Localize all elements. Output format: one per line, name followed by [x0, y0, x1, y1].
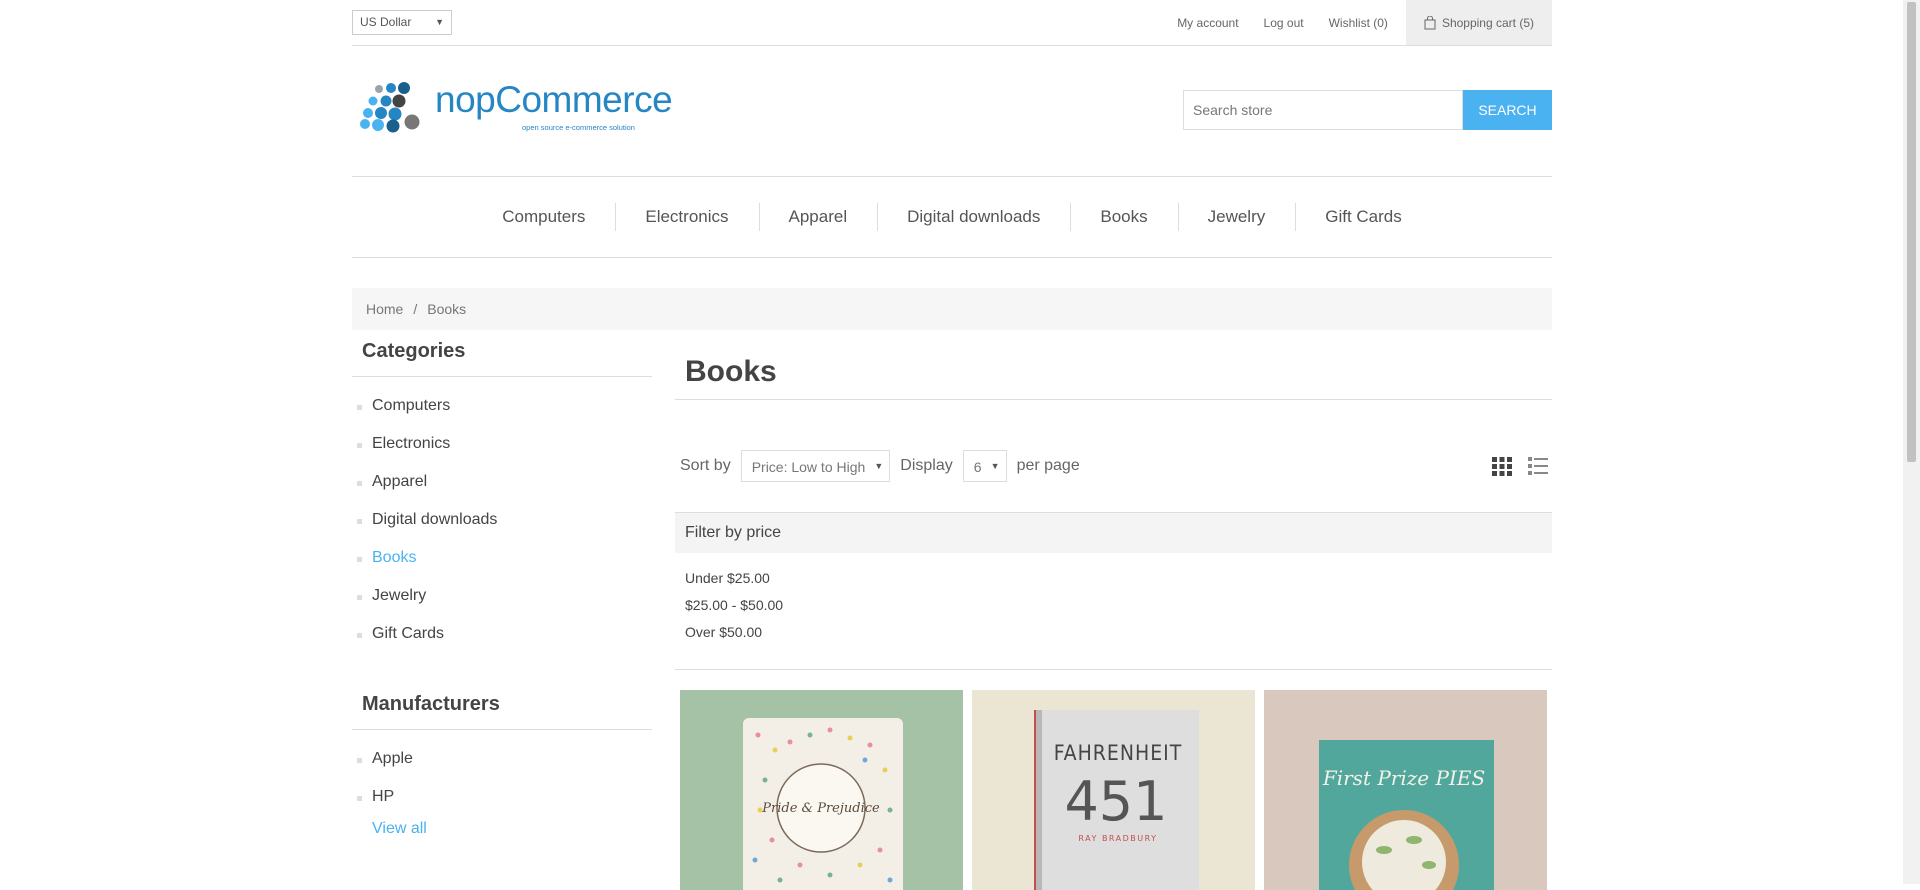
currency-value: US Dollar: [360, 15, 412, 29]
product-image-first-prize-pies[interactable]: First Prize PIES: [1264, 690, 1547, 890]
category-item-apparel[interactable]: Apparel: [352, 463, 652, 501]
categories-title: Categories: [352, 330, 652, 377]
logo-tagline: open source e-commerce solution: [522, 123, 635, 132]
logout-link[interactable]: Log out: [1264, 16, 1304, 30]
sort-by-select[interactable]: Price: Low to High ▼: [740, 450, 891, 482]
shopping-cart-link[interactable]: Shopping cart (5): [1405, 0, 1552, 45]
book-cover-number: 451: [1064, 770, 1167, 833]
page-size-select[interactable]: 6 ▼: [962, 450, 1007, 482]
price-filter-title: Filter by price: [675, 512, 1552, 553]
book-cover-pride-and-prejudice: Pride & Prejudice: [680, 690, 963, 890]
menu-item-apparel[interactable]: Apparel: [758, 203, 878, 231]
menu-item-jewelry[interactable]: Jewelry: [1177, 203, 1296, 231]
category-item-books[interactable]: Books: [352, 539, 652, 577]
manufacturers-title: Manufacturers: [352, 683, 652, 730]
product-selectors: Sort by Price: Low to High ▼ Display 6 ▼…: [675, 400, 1552, 512]
category-page: Books Sort by Price: Low to High ▼ Displ…: [675, 330, 1552, 890]
wishlist-link[interactable]: Wishlist (0): [1329, 16, 1388, 30]
header-links: My account Log out Wishlist (0) Shopping…: [1177, 0, 1552, 45]
logo-dots-icon: [360, 82, 420, 133]
price-range-under-25[interactable]: Under $25.00: [685, 570, 1552, 597]
chevron-down-icon: ▼: [435, 17, 444, 27]
grid-view-icon[interactable]: [1490, 454, 1514, 478]
book-cover-first-prize-pies: First Prize PIES: [1264, 690, 1547, 890]
category-item-computers[interactable]: Computers: [352, 387, 652, 425]
category-list: Computers Electronics Apparel Digital do…: [352, 377, 652, 653]
chevron-down-icon: ▼: [990, 461, 1000, 471]
category-item-digital-downloads[interactable]: Digital downloads: [352, 501, 652, 539]
per-page-label: per page: [1016, 457, 1080, 474]
breadcrumb-current: Books: [427, 301, 467, 317]
category-item-jewelry[interactable]: Jewelry: [352, 577, 652, 615]
book-cover-title: First Prize PIES: [1322, 766, 1485, 790]
chevron-down-icon: ▼: [874, 461, 884, 471]
breadcrumb: Home / Books: [352, 288, 1552, 330]
top-menu: Computers Electronics Apparel Digital do…: [352, 176, 1552, 258]
sort-by-label: Sort by: [680, 457, 731, 474]
logo-brand-text: nopCommerce: [435, 79, 673, 120]
search-input[interactable]: [1183, 90, 1463, 130]
search-button[interactable]: SEARCH: [1463, 90, 1552, 130]
breadcrumb-home[interactable]: Home: [366, 301, 403, 317]
search-box: SEARCH: [1183, 90, 1552, 130]
sidebar: Categories Computers Electronics Apparel…: [352, 330, 652, 838]
category-item-gift-cards[interactable]: Gift Cards: [352, 615, 652, 653]
store-logo[interactable]: nopCommerce open source e-commerce solut…: [357, 79, 673, 141]
list-view-icon[interactable]: [1526, 454, 1550, 478]
price-range-25-50[interactable]: $25.00 - $50.00: [685, 597, 1552, 624]
manufacturer-list: Apple HP: [352, 730, 652, 816]
menu-item-computers[interactable]: Computers: [472, 207, 615, 227]
page-size-value: 6: [973, 459, 982, 475]
category-item-electronics[interactable]: Electronics: [352, 425, 652, 463]
view-mode-toggle: [1478, 454, 1550, 478]
manufacturer-item-apple[interactable]: Apple: [352, 740, 652, 778]
currency-selector[interactable]: US Dollar ▼: [352, 10, 452, 35]
book-cover-title: Pride & Prejudice: [761, 801, 880, 816]
scrollbar-thumb[interactable]: [1907, 2, 1916, 462]
book-cover-title: FAHRENHEIT: [1054, 741, 1183, 765]
shopping-cart-label: Shopping cart (5): [1441, 15, 1534, 30]
cart-bag-icon: [1424, 15, 1436, 29]
view-all-manufacturers-link[interactable]: View all: [352, 820, 652, 838]
breadcrumb-separator: /: [413, 301, 418, 317]
header-main: nopCommerce open source e-commerce solut…: [352, 46, 1552, 176]
menu-item-digital-downloads[interactable]: Digital downloads: [877, 203, 1070, 231]
product-image-fahrenheit-451[interactable]: FAHRENHEIT 451 RAY BRADBURY: [972, 690, 1255, 890]
price-range-over-50[interactable]: Over $50.00: [685, 624, 1552, 651]
product-image-pride-and-prejudice[interactable]: Pride & Prejudice: [680, 690, 963, 890]
menu-item-books[interactable]: Books: [1070, 203, 1177, 231]
price-range-list: Under $25.00 $25.00 - $50.00 Over $50.00: [675, 553, 1552, 670]
page-title: Books: [675, 330, 1552, 400]
sort-by-value: Price: Low to High: [751, 459, 866, 475]
my-account-link[interactable]: My account: [1177, 16, 1238, 30]
header-links-bar: US Dollar ▼ My account Log out Wishlist …: [352, 0, 1552, 46]
menu-item-electronics[interactable]: Electronics: [615, 203, 758, 231]
menu-item-gift-cards[interactable]: Gift Cards: [1295, 203, 1432, 231]
manufacturer-item-hp[interactable]: HP: [352, 778, 652, 816]
product-grid: Pride & Prejudice FAHRENHEIT 451 RAY BRA…: [680, 690, 1547, 890]
page-scrollbar[interactable]: [1903, 0, 1920, 884]
book-cover-fahrenheit-451: FAHRENHEIT 451 RAY BRADBURY: [972, 690, 1255, 890]
display-label: Display: [900, 457, 953, 474]
book-cover-author: RAY BRADBURY: [1078, 834, 1157, 843]
